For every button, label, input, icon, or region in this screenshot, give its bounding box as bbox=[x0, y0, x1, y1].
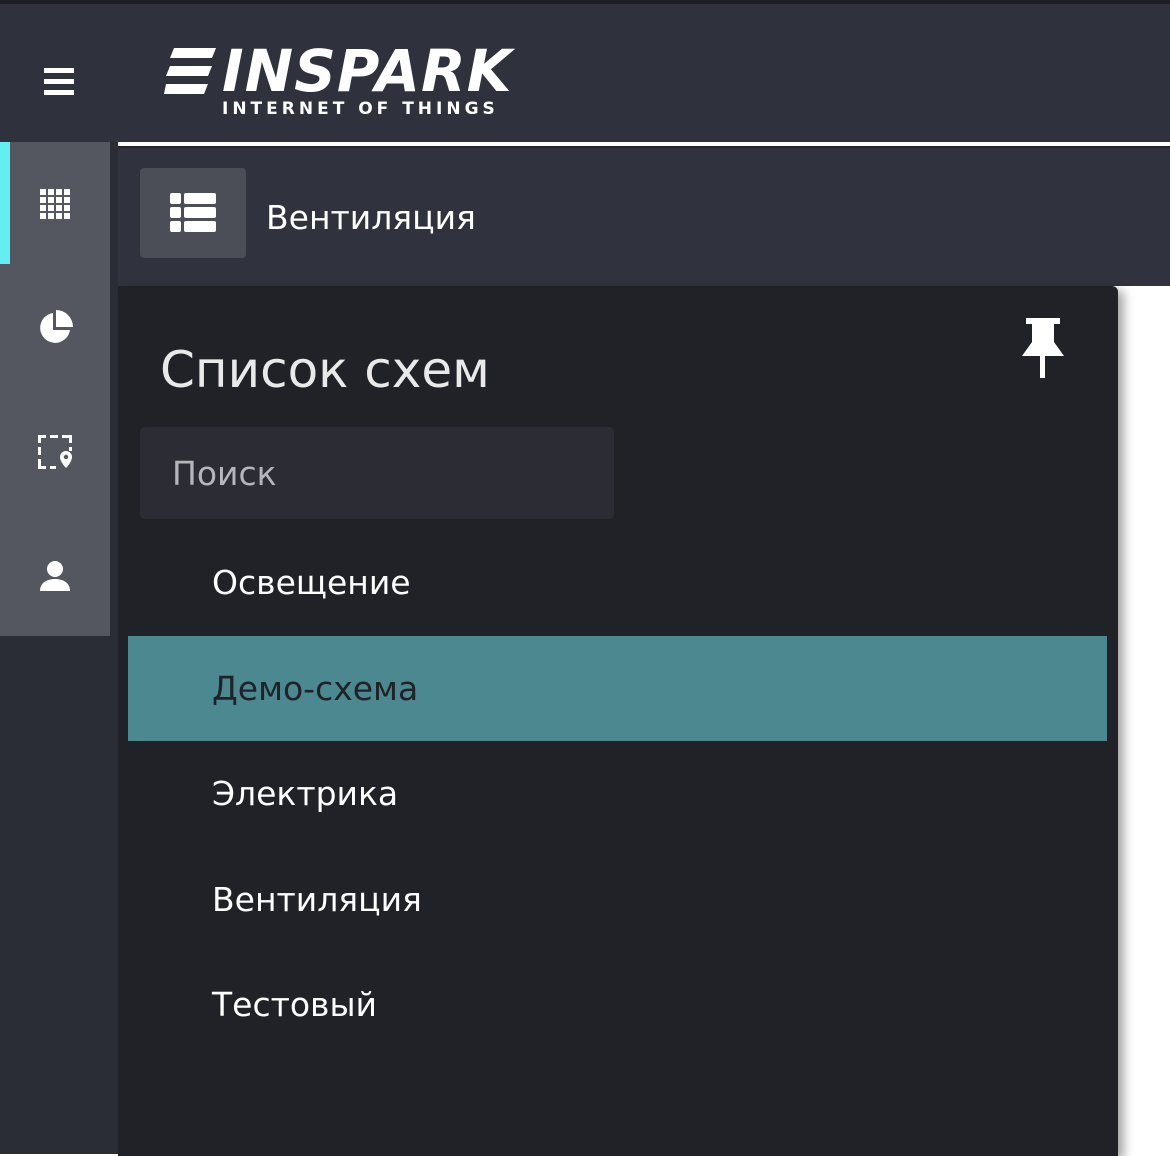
top-bar: INSPARK INTERNET OF THINGS bbox=[0, 0, 1170, 142]
logo-wordmark: INSPARK bbox=[222, 37, 513, 105]
panel-title: Список схем bbox=[160, 341, 490, 399]
pin-icon bbox=[1022, 318, 1064, 378]
sidebar bbox=[0, 142, 110, 636]
schema-list-panel: Список схем Освещение Демо-схема Электри… bbox=[118, 286, 1118, 1156]
sidebar-item-dashboard[interactable] bbox=[0, 142, 110, 266]
pie-chart-icon bbox=[40, 310, 73, 343]
sidebar-item-locations[interactable] bbox=[0, 390, 110, 514]
sidebar-item-analytics[interactable] bbox=[0, 266, 110, 390]
grid-apps-icon bbox=[40, 189, 70, 219]
logo-subtitle: INTERNET OF THINGS bbox=[222, 99, 499, 119]
app-logo: INSPARK INTERNET OF THINGS bbox=[160, 34, 512, 126]
scheme-list: Освещение Демо-схема Электрика Вентиляци… bbox=[128, 530, 1107, 1058]
pin-panel-button[interactable] bbox=[1018, 316, 1068, 380]
schema-list-toggle-button[interactable] bbox=[140, 168, 246, 258]
current-schema-title: Вентиляция bbox=[266, 198, 476, 237]
hamburger-menu-icon[interactable] bbox=[38, 62, 82, 102]
map-area-pin-icon bbox=[38, 435, 72, 469]
logo-mark-icon bbox=[164, 48, 216, 94]
list-item[interactable]: Тестовый bbox=[128, 952, 1107, 1058]
list-item[interactable]: Электрика bbox=[128, 741, 1107, 847]
schema-header: Вентиляция bbox=[118, 146, 1170, 286]
list-item-selected[interactable]: Демо-схема bbox=[128, 635, 1107, 741]
list-item[interactable]: Освещение bbox=[128, 530, 1107, 636]
sidebar-item-profile[interactable] bbox=[0, 514, 110, 638]
user-icon bbox=[40, 561, 70, 591]
search-input[interactable] bbox=[140, 427, 614, 519]
list-item[interactable]: Вентиляция bbox=[128, 847, 1107, 953]
list-icon bbox=[170, 193, 216, 232]
